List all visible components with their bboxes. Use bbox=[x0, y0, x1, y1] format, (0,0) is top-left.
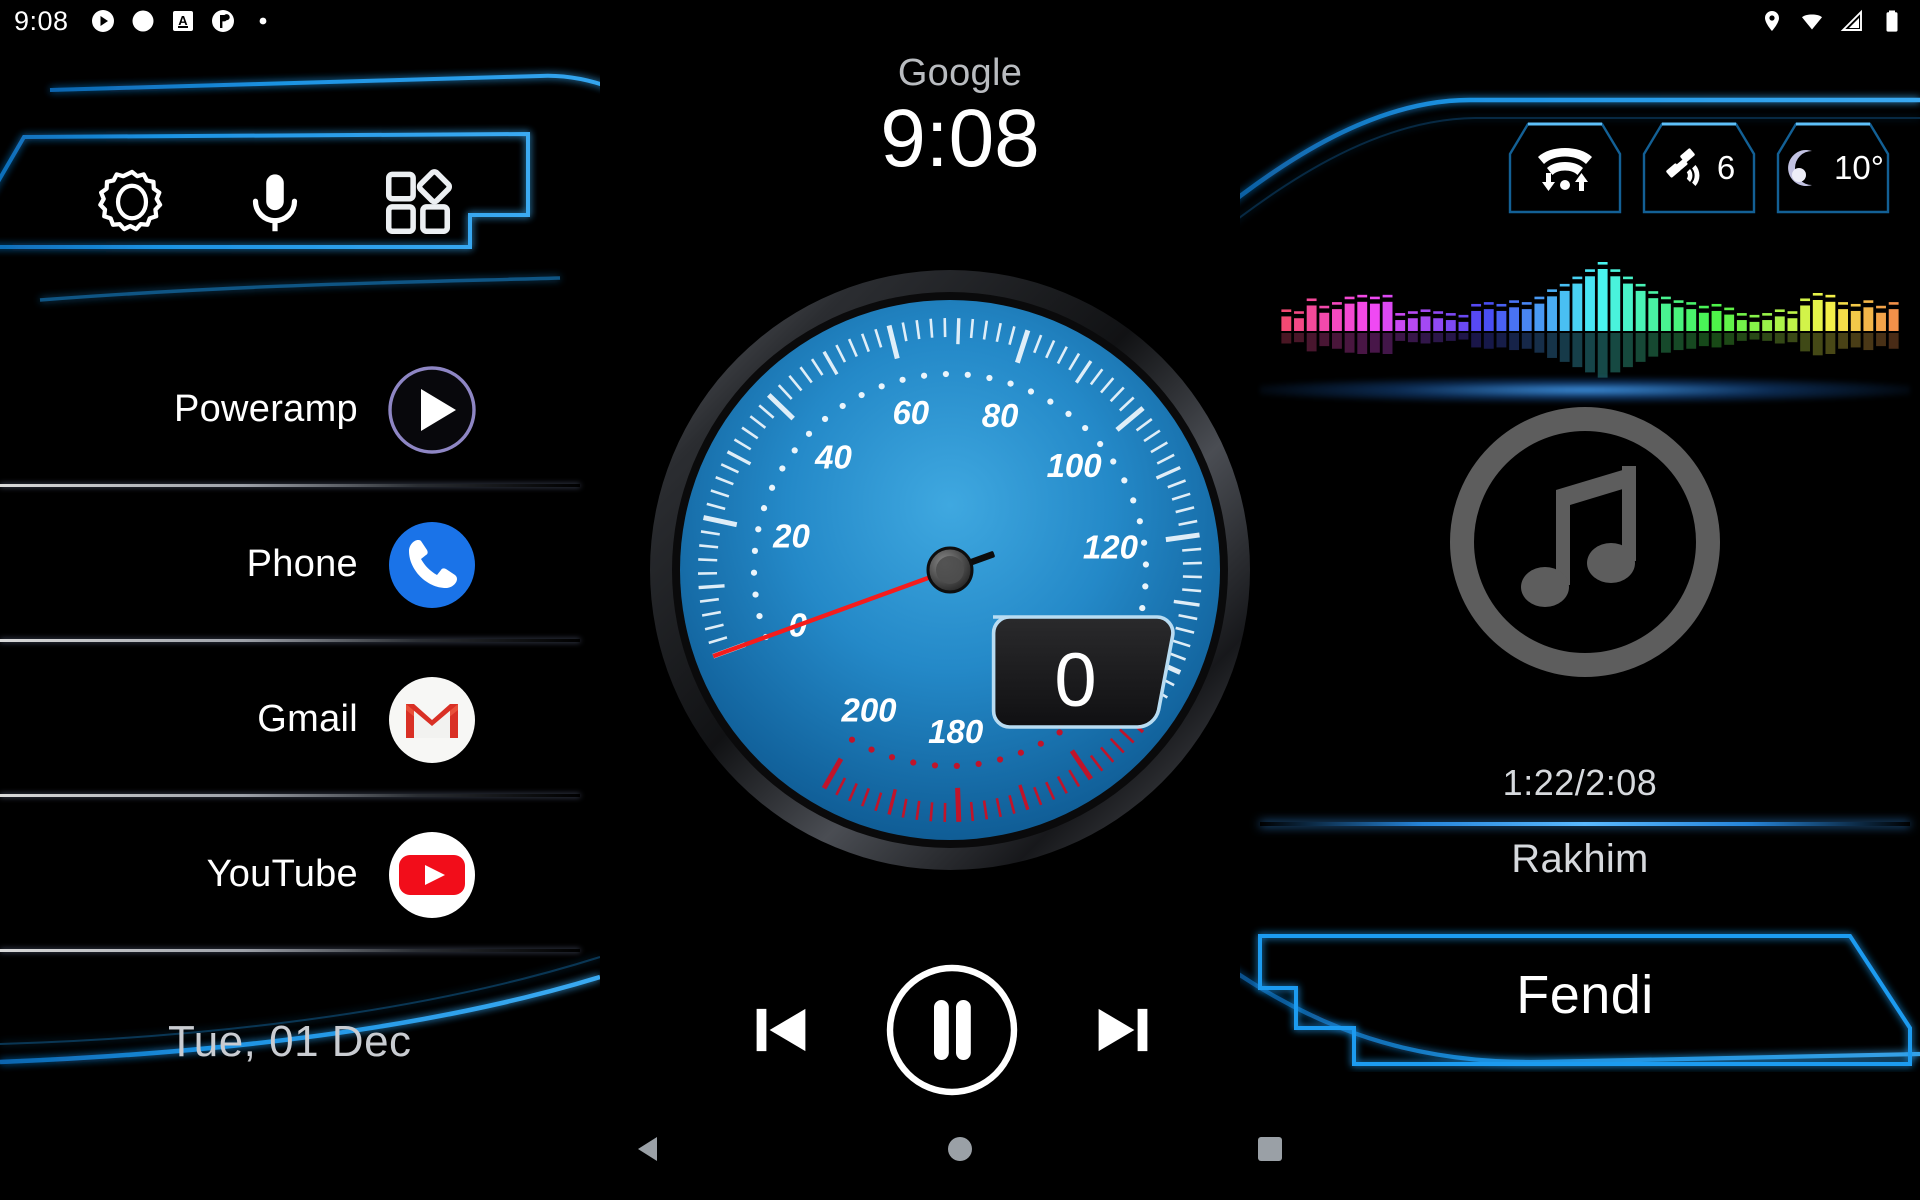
status-bar-system-icons bbox=[1760, 9, 1904, 33]
gauge-digital-value: 0 bbox=[1054, 638, 1097, 723]
svg-text:120: 120 bbox=[1083, 528, 1139, 565]
cell-signal-icon bbox=[1840, 9, 1862, 31]
satellite-icon bbox=[1666, 148, 1700, 186]
audio-spectrum-visualizer bbox=[1281, 262, 1899, 378]
apps-grid-icon[interactable] bbox=[379, 163, 457, 241]
satellite-count: 6 bbox=[1716, 149, 1736, 186]
play-circle-icon bbox=[91, 10, 114, 32]
app-label: Phone bbox=[246, 543, 358, 585]
speedometer-gauge: 020406080100120140160180200 0 bbox=[645, 265, 1255, 875]
microphone-icon[interactable] bbox=[236, 163, 314, 241]
track-title: Fendi bbox=[1516, 965, 1654, 1025]
location-pin-icon bbox=[1765, 11, 1779, 31]
app-label: YouTube bbox=[206, 853, 358, 895]
track-artist: Rakhim bbox=[1511, 837, 1649, 881]
status-badges-row: 6 10° bbox=[1506, 120, 1892, 216]
next-track-button[interactable] bbox=[1084, 991, 1162, 1069]
battery-icon bbox=[1886, 10, 1898, 32]
list-divider bbox=[0, 949, 580, 952]
status-bar: 9:08 A bbox=[0, 0, 1920, 42]
track-progress-time: 1:22/2:08 bbox=[1502, 762, 1658, 803]
android-navigation-bar bbox=[0, 1098, 1920, 1200]
gps-satellite-badge[interactable]: 6 bbox=[1640, 120, 1758, 216]
svg-text:20: 20 bbox=[772, 517, 810, 554]
svg-text:80: 80 bbox=[982, 397, 1019, 434]
youtube-icon bbox=[384, 827, 480, 923]
app-shortcut-list: Poweramp Phone Gmail YouTube bbox=[0, 332, 580, 952]
pause-button[interactable] bbox=[884, 962, 1020, 1098]
left-panel: Poweramp Phone Gmail YouTube Tue, 01 Dec bbox=[0, 42, 600, 1072]
track-title-panel[interactable]: Fendi bbox=[1250, 922, 1920, 1072]
svg-text:A: A bbox=[178, 13, 188, 28]
app-shortcut-gmail[interactable]: Gmail bbox=[0, 642, 580, 797]
wifi-icon bbox=[1802, 14, 1822, 30]
app-label: Gmail bbox=[257, 698, 358, 740]
date-display: Tue, 01 Dec bbox=[168, 1017, 412, 1066]
settings-gear-icon[interactable] bbox=[93, 163, 171, 241]
temperature-value: 10° bbox=[1834, 149, 1884, 186]
app-shortcut-phone[interactable]: Phone bbox=[0, 487, 580, 642]
svg-text:40: 40 bbox=[814, 438, 852, 475]
home-button[interactable] bbox=[930, 1119, 990, 1179]
clock-time: 9:08 bbox=[880, 93, 1040, 184]
svg-text:100: 100 bbox=[1047, 447, 1103, 484]
status-bar-time: 9:08 bbox=[14, 5, 69, 36]
wifi-transfer-icon bbox=[1538, 148, 1592, 191]
wifi-badge[interactable] bbox=[1506, 120, 1624, 216]
app-shortcut-poweramp[interactable]: Poweramp bbox=[0, 332, 580, 487]
album-art-placeholder[interactable] bbox=[1440, 397, 1730, 687]
app-notification-icon: A bbox=[172, 11, 193, 31]
track-divider bbox=[1260, 822, 1910, 826]
center-clock: Google 9:08 bbox=[760, 52, 1160, 181]
svg-text:60: 60 bbox=[892, 394, 929, 431]
quick-actions-row bbox=[60, 147, 490, 257]
right-panel: 6 10° 1:22/2:08 Rakhim Fendi bbox=[1240, 42, 1920, 1072]
dot-icon bbox=[259, 17, 266, 25]
svg-text:200: 200 bbox=[840, 691, 897, 728]
status-bar-notification-icons: A bbox=[91, 9, 275, 33]
clock-provider-label: Google bbox=[897, 52, 1023, 94]
circle-icon bbox=[132, 10, 154, 32]
gmail-icon bbox=[384, 672, 480, 768]
app-label: Poweramp bbox=[173, 388, 358, 430]
play-ring-icon bbox=[384, 362, 480, 458]
back-button[interactable] bbox=[620, 1119, 680, 1179]
media-transport-controls bbox=[742, 955, 1162, 1105]
svg-text:180: 180 bbox=[928, 713, 984, 750]
phone-icon bbox=[384, 517, 480, 613]
weather-badge[interactable]: 10° bbox=[1774, 120, 1892, 216]
app-shortcut-youtube[interactable]: YouTube bbox=[0, 797, 580, 952]
recents-button[interactable] bbox=[1240, 1119, 1300, 1179]
moon-weather-icon bbox=[1788, 150, 1813, 186]
previous-track-button[interactable] bbox=[742, 991, 820, 1069]
key-notification-icon bbox=[211, 10, 234, 32]
